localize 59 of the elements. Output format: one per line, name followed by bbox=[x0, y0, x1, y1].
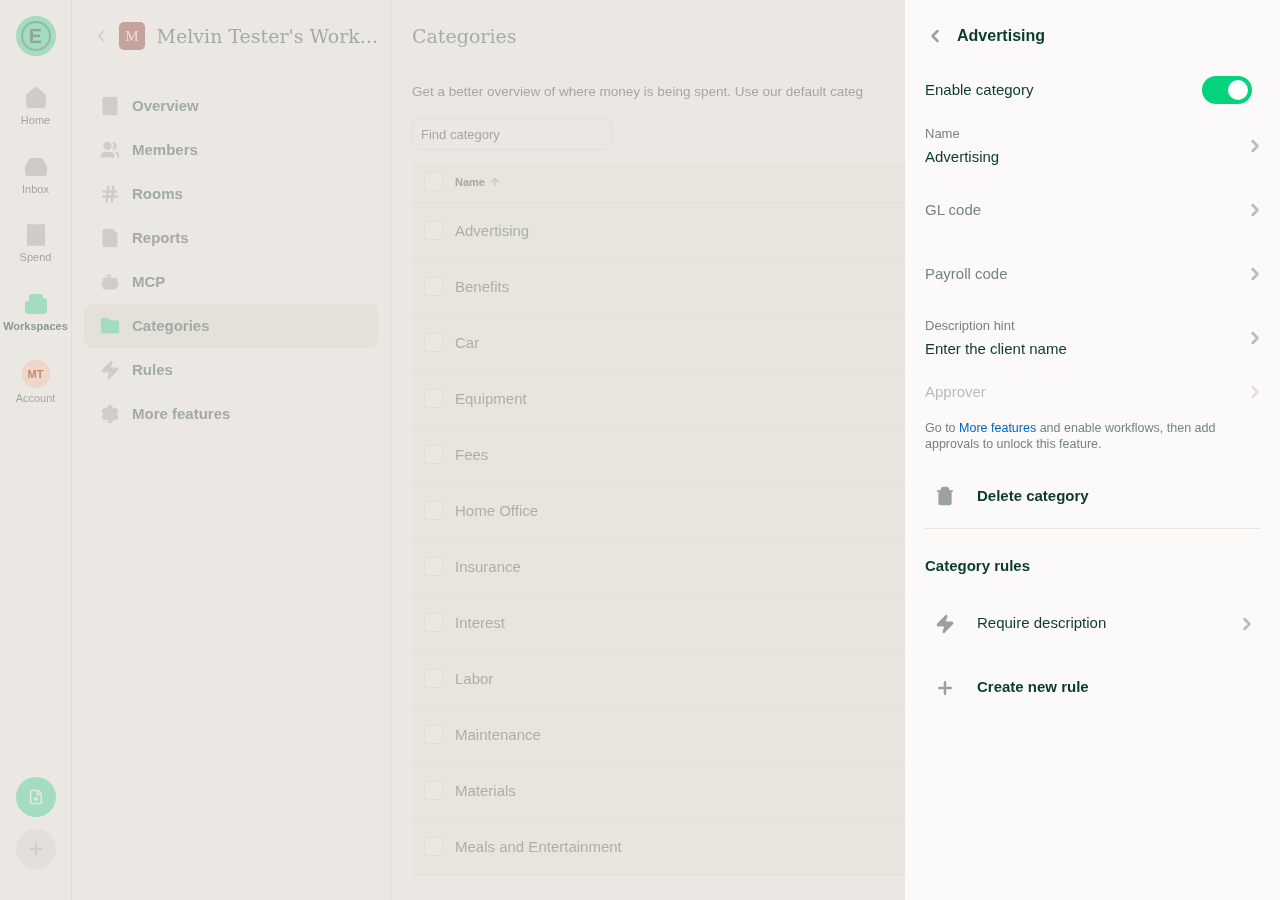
column-header[interactable]: Name bbox=[455, 173, 501, 190]
settings-icon bbox=[100, 404, 120, 424]
add-button[interactable] bbox=[15, 829, 56, 869]
category-name: Maintenance bbox=[455, 724, 541, 745]
field-row[interactable]: Description hint Enter the client name bbox=[925, 306, 1260, 370]
category-name: Benefits bbox=[455, 276, 510, 297]
enable-toggle[interactable] bbox=[1202, 76, 1252, 104]
rail-tab[interactable]: Home bbox=[0, 86, 71, 129]
delete-category-button[interactable]: Delete category bbox=[925, 472, 1089, 520]
robot-icon bbox=[100, 272, 120, 292]
rail-tab[interactable]: Spend bbox=[0, 223, 71, 266]
sidebar-item[interactable]: Overview bbox=[84, 84, 378, 128]
section-title: Category rules bbox=[925, 556, 1032, 576]
sidebar-item[interactable]: Members bbox=[84, 128, 378, 172]
file-icon bbox=[100, 228, 120, 248]
category-name: Advertising bbox=[455, 220, 530, 241]
hash-icon bbox=[100, 184, 120, 204]
field-row[interactable]: Name Advertising bbox=[925, 114, 1260, 178]
workspace-name: Melvin Tester's Work... bbox=[156, 23, 378, 49]
sort-up-icon bbox=[488, 175, 501, 188]
create-rule-button[interactable]: Create new rule bbox=[925, 655, 1260, 720]
rail-tab[interactable]: MT Account bbox=[0, 360, 71, 407]
rule-row[interactable]: Require description bbox=[925, 591, 1260, 656]
lightning-icon bbox=[100, 360, 120, 380]
category-name: Equipment bbox=[455, 388, 527, 409]
folder-icon bbox=[100, 316, 120, 336]
sidebar-item[interactable]: More features bbox=[84, 392, 378, 436]
panel-title: Advertising bbox=[957, 26, 1045, 46]
new-expense-button[interactable] bbox=[15, 777, 56, 817]
category-name: Interest bbox=[455, 612, 506, 633]
sidebar-item[interactable]: Categories bbox=[84, 304, 378, 348]
field-row[interactable]: Payroll code bbox=[925, 242, 1260, 306]
search-field[interactable]: Find category bbox=[412, 118, 612, 151]
workspace-avatar: M bbox=[119, 22, 145, 50]
category-name: Labor bbox=[455, 668, 494, 689]
sidebar-item[interactable]: Reports bbox=[84, 216, 378, 260]
home-icon bbox=[23, 86, 48, 110]
category-name: Car bbox=[455, 332, 480, 353]
sidebar-item[interactable]: Rooms bbox=[84, 172, 378, 216]
page-title: Categories bbox=[412, 24, 518, 49]
rail-tab[interactable]: Inbox bbox=[0, 154, 71, 197]
category-name: Insurance bbox=[455, 556, 521, 577]
sidebar-item[interactable]: MCP bbox=[84, 260, 378, 304]
page-description: Get a better overview of where money is being spent. Use our default categ bbox=[412, 83, 864, 101]
field-row[interactable]: GL code bbox=[925, 178, 1260, 242]
sidebar-item[interactable]: Rules bbox=[84, 348, 378, 392]
category-name: Meals and Entertainment bbox=[455, 836, 622, 857]
trash-icon bbox=[935, 486, 955, 506]
approver-note: Go to More features and enable workflows, then add approvals to unlock this feature. bbox=[925, 420, 1217, 452]
category-name: Home Office bbox=[455, 500, 539, 521]
more-features-link[interactable]: More features bbox=[959, 421, 1037, 435]
receipt-plus-icon bbox=[27, 789, 44, 805]
enable-label: Enable category bbox=[925, 79, 1034, 100]
lightning-icon bbox=[935, 613, 955, 634]
rail-tab[interactable]: Workspaces bbox=[0, 291, 71, 334]
category-name: Fees bbox=[455, 444, 489, 465]
category-name: Materials bbox=[455, 780, 516, 801]
users-icon bbox=[100, 140, 120, 160]
avatar: MT bbox=[21, 360, 50, 388]
